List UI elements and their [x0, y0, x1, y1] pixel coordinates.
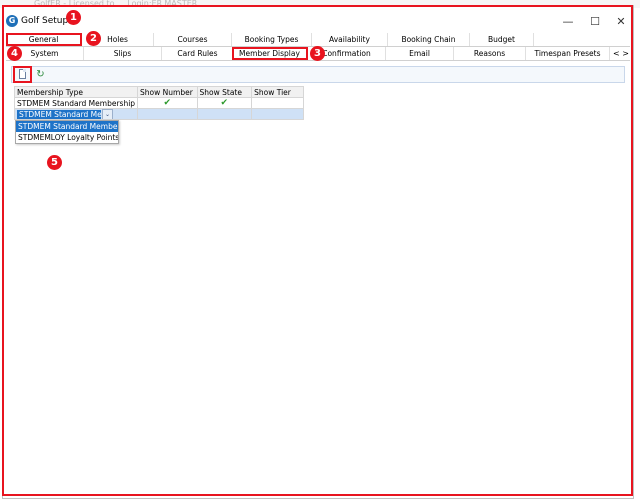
show-state-check-icon[interactable]: ✔	[196, 97, 253, 109]
membership-type-dropdown: STDMEM Standard Membership STDMEMLOY Loy…	[15, 120, 119, 144]
tab-budget[interactable]: Budget	[470, 33, 534, 46]
tab-member-display[interactable]: Member Display	[232, 47, 308, 60]
tab-email[interactable]: Email	[386, 47, 454, 60]
cell-show-tier[interactable]	[251, 97, 304, 109]
refresh-button[interactable]: ↻	[32, 67, 49, 82]
annotation-badge-1: 1	[66, 10, 81, 25]
dropdown-option-stdmemloy[interactable]: STDMEMLOY Loyalty Points	[16, 132, 118, 143]
maximize-button[interactable]: ☐	[583, 14, 607, 30]
minimize-button[interactable]: —	[556, 14, 580, 30]
tab-slips[interactable]: Slips	[84, 47, 162, 60]
chevron-down-icon[interactable]: ⌄	[102, 109, 113, 119]
col-show-state[interactable]: Show State	[196, 86, 253, 98]
app-logo-icon: G	[6, 15, 18, 27]
membership-type-editor-value[interactable]: STDMEM Standard Membersl	[17, 109, 101, 119]
refresh-icon: ↻	[36, 69, 45, 80]
table-row-new[interactable]: STDMEM Standard Membersl ⌄	[13, 108, 304, 120]
tab-scroll-arrows[interactable]: < >	[612, 47, 630, 60]
member-display-grid: Membership Type Show Number Show State S…	[13, 86, 304, 120]
tab-general[interactable]: General	[6, 33, 82, 46]
annotation-badge-2: 2	[86, 31, 101, 46]
tab-booking-chain[interactable]: Booking Chain	[388, 33, 470, 46]
tab-availability[interactable]: Availability	[312, 33, 388, 46]
toolbar: ↻	[11, 66, 625, 83]
tab-reasons[interactable]: Reasons	[454, 47, 526, 60]
col-show-number[interactable]: Show Number	[137, 86, 198, 98]
cell-show-state-empty[interactable]	[196, 108, 253, 120]
title-bar: G Golf Setup — ☐ ✕	[6, 12, 632, 32]
annotation-badge-5: 5	[47, 155, 62, 170]
close-button[interactable]: ✕	[609, 14, 633, 30]
table-row[interactable]: STDMEM Standard Membership ✔ ✔	[13, 97, 304, 109]
dropdown-option-stdmem[interactable]: STDMEM Standard Membership	[16, 121, 118, 132]
col-show-tier[interactable]: Show Tier	[251, 86, 304, 98]
tab-booking-types[interactable]: Booking Types	[232, 33, 312, 46]
membership-type-editor[interactable]: STDMEM Standard Membersl ⌄	[13, 108, 139, 120]
show-number-check-icon[interactable]: ✔	[137, 97, 198, 109]
new-document-icon	[19, 69, 26, 79]
cell-show-tier-empty[interactable]	[251, 108, 304, 120]
cell-show-number-empty[interactable]	[137, 108, 198, 120]
tab-timespan-presets[interactable]: Timespan Presets	[526, 47, 610, 60]
cell-membership-type[interactable]: STDMEM Standard Membership	[13, 97, 139, 109]
annotation-badge-4: 4	[7, 46, 22, 61]
annotation-badge-3: 3	[310, 46, 325, 61]
tab-card-rules[interactable]: Card Rules	[162, 47, 234, 60]
col-membership-type[interactable]: Membership Type	[13, 86, 139, 98]
window-title: Golf Setup	[21, 16, 69, 26]
tab-courses[interactable]: Courses	[154, 33, 232, 46]
new-record-button[interactable]	[13, 66, 32, 83]
grid-header-row: Membership Type Show Number Show State S…	[13, 86, 304, 98]
